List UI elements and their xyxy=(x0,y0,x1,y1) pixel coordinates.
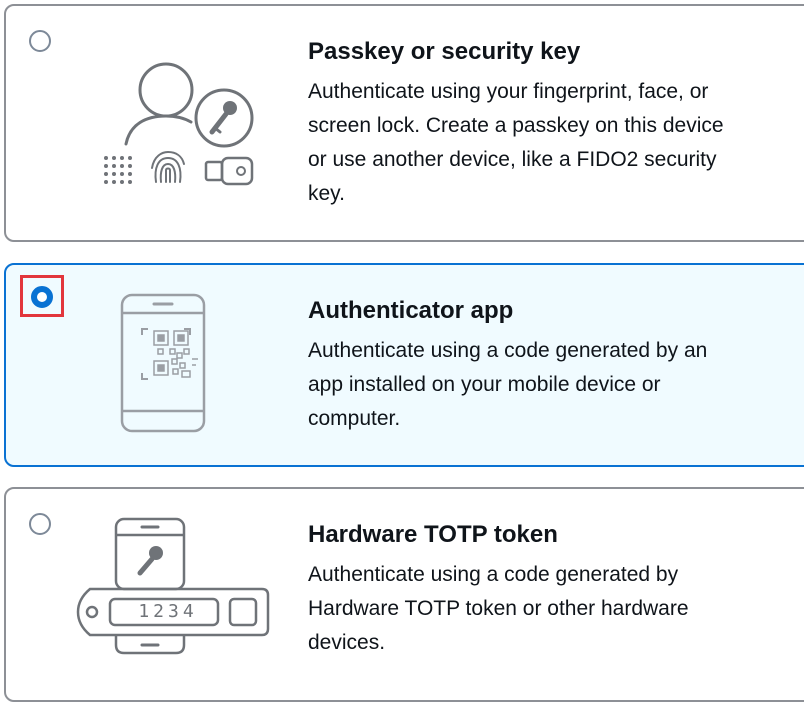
radio-hardware-totp[interactable] xyxy=(29,513,51,535)
option-card-authenticator-app[interactable]: Authenticator app Authenticate using a c… xyxy=(4,263,804,467)
option-description: Authenticate using a code generated by H… xyxy=(308,558,788,660)
option-description: Authenticate using a code generated by a… xyxy=(308,334,788,436)
description-line: Authenticate using a code generated by xyxy=(308,563,679,586)
option-card-hardware-totp[interactable]: 1234 Hardware TOTP token Authenticate us… xyxy=(4,487,804,702)
description-line: app installed on your mobile device or xyxy=(308,373,661,396)
description-line: computer. xyxy=(308,407,401,430)
option-description: Authenticate using your fingerprint, fac… xyxy=(308,75,788,211)
description-line: screen lock. Create a passkey on this de… xyxy=(308,114,724,137)
option-card-passkey[interactable]: Passkey or security key Authenticate usi… xyxy=(4,4,804,242)
token-display-text: 1234 xyxy=(138,601,198,622)
radio-authenticator-app[interactable] xyxy=(31,286,53,308)
radio-focus-ring xyxy=(20,275,64,317)
description-line: Hardware TOTP token or other hardware xyxy=(308,597,689,620)
description-line: Authenticate using a code generated by a… xyxy=(308,339,708,362)
option-title: Passkey or security key xyxy=(308,38,581,65)
option-title: Hardware TOTP token xyxy=(308,521,558,548)
option-title: Authenticator app xyxy=(308,297,514,324)
hardware-token-illustration-icon xyxy=(76,517,270,655)
phone-qr-illustration-icon xyxy=(120,293,206,433)
description-line: Authenticate using your fingerprint, fac… xyxy=(308,80,709,103)
description-line: key. xyxy=(308,182,345,205)
radio-passkey[interactable] xyxy=(29,30,51,52)
description-line: or use another device, like a FIDO2 secu… xyxy=(308,148,717,171)
description-line: devices. xyxy=(308,631,386,654)
passkey-illustration-icon xyxy=(104,62,254,186)
